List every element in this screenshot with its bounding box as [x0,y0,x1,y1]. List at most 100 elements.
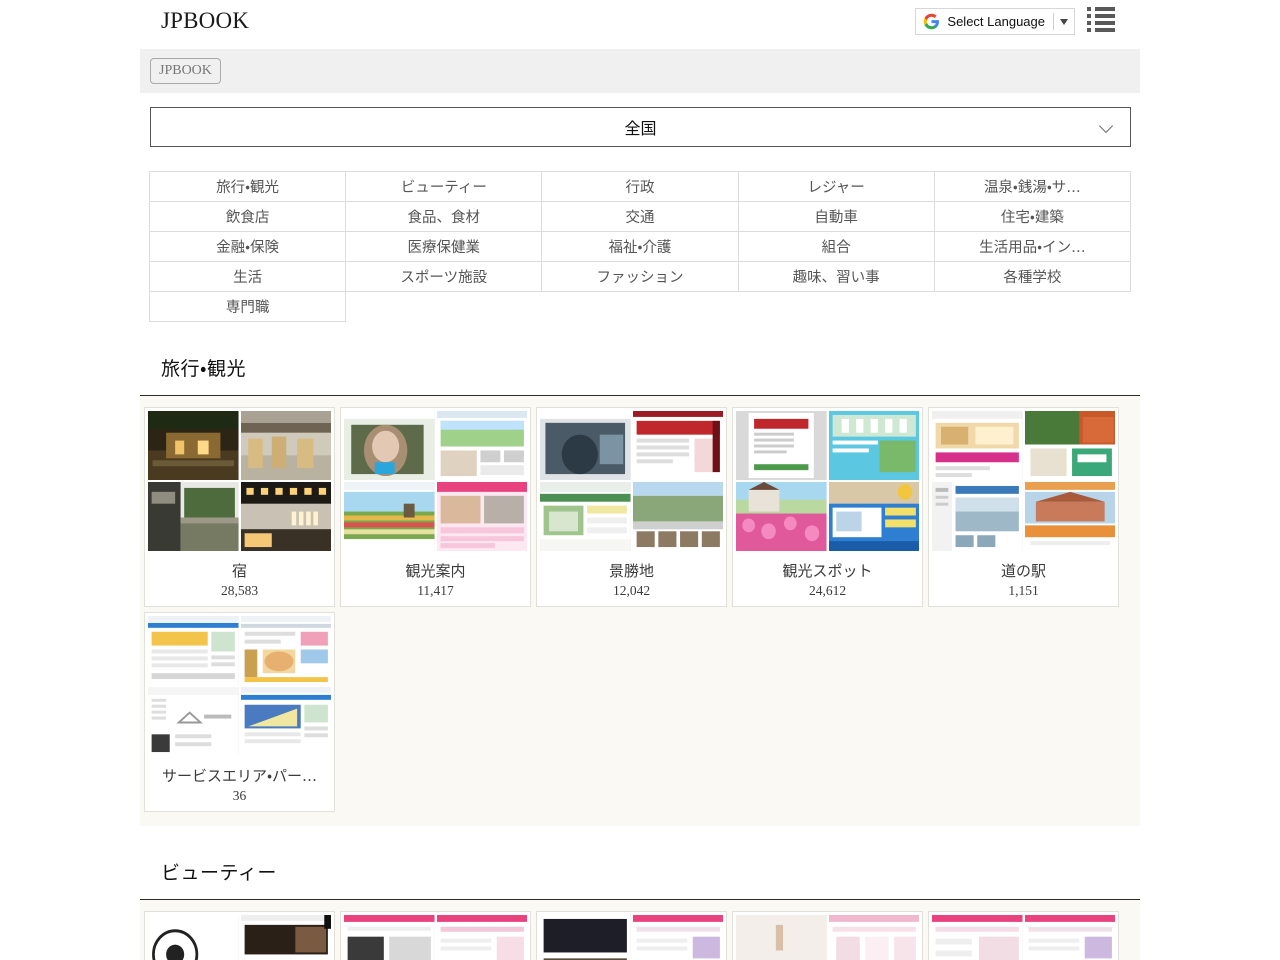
category-cell[interactable]: 交通 [542,202,738,232]
thumbnail-image [540,482,631,551]
card-label: サービスエリア・パー… [145,759,334,786]
category-cell[interactable]: スポーツ施設 [346,262,542,292]
category-table: 旅行・観光 ビューティー 行政 レジャー 温泉・銭湯・サ… 飲食店 食品、食材 … [149,171,1131,322]
card-label: 観光案内 [341,554,530,581]
category-card[interactable]: 観光スポット 24,612 [732,407,923,607]
category-cell-empty [738,292,934,322]
card-label: 道の駅 [929,554,1118,581]
breadcrumb: JPBOOK [140,49,1140,93]
category-cell[interactable]: 自動車 [738,202,934,232]
card-thumbnails [145,613,334,759]
category-cell[interactable]: 医療保健業 [346,232,542,262]
category-card[interactable] [340,911,531,960]
category-card[interactable]: サービスエリア・パー… 36 [144,612,335,812]
thumbnail-image [241,482,332,551]
menu-bullet [1087,28,1091,32]
thumbnail-image [344,482,435,551]
thumbnail-image [241,915,332,960]
thumbnail-image [344,411,435,480]
card-thumbnails [733,912,922,960]
table-row: 金融・保険 医療保健業 福祉・介護 組合 生活用品・イン… [150,232,1131,262]
menu-bullet [1087,7,1091,11]
menu-bullet [1087,14,1091,18]
caret-down-icon[interactable] [1060,19,1068,25]
category-cell-empty [542,292,738,322]
card-count: 1,151 [929,581,1118,606]
card-count: 36 [145,786,334,811]
region-select-value: 全国 [624,115,656,139]
thumbnail-image [241,411,332,480]
card-thumbnails [733,408,922,554]
thumbnail-image [829,482,920,551]
category-card[interactable] [536,911,727,960]
category-cell[interactable]: 行政 [542,172,738,202]
thumbnail-image [932,915,1023,960]
category-card[interactable]: 道の駅 1,151 [928,407,1119,607]
category-cell[interactable]: 趣味、習い事 [738,262,934,292]
card-count: 12,042 [537,581,726,606]
thumbnail-image [932,482,1023,551]
thumbnail-image [148,411,239,480]
thumbnail-image [829,411,920,480]
section-body [140,900,1140,960]
card-thumbnails [929,912,1118,960]
google-translate-widget[interactable]: Select Language [915,8,1075,35]
site-header: JPBOOK Select Language [0,0,1280,44]
card-label: 観光スポット [733,554,922,581]
thumbnail-image [633,482,724,551]
region-select[interactable]: 全国 [150,107,1131,147]
thumbnail-image [736,411,827,480]
thumbnail-image [736,482,827,551]
thumbnail-image [437,482,528,551]
table-row: 旅行・観光 ビューティー 行政 レジャー 温泉・銭湯・サ… [150,172,1131,202]
category-cell[interactable]: 生活 [150,262,346,292]
menu-bar [1095,21,1115,25]
section-title: ビューティー [161,858,277,885]
category-cell[interactable]: 金融・保険 [150,232,346,262]
translate-label: Select Language [947,14,1045,29]
card-count: 28,583 [145,581,334,606]
breadcrumb-item-jpbook[interactable]: JPBOOK [150,58,221,84]
category-card[interactable]: 景勝地 12,042 [536,407,727,607]
category-cell[interactable]: 住宅・建築 [934,202,1130,232]
category-cell[interactable]: 福祉・介護 [542,232,738,262]
google-g-icon [923,13,940,30]
list-menu-icon[interactable] [1087,7,1115,33]
thumbnail-image [437,411,528,480]
section-travel: 旅行・観光 宿 28,583 [140,340,1140,826]
category-cell[interactable]: 各種学校 [934,262,1130,292]
category-cell[interactable]: 飲食店 [150,202,346,232]
category-cell[interactable]: ファッション [542,262,738,292]
table-row: 専門職 [150,292,1131,322]
category-cell[interactable]: ビューティー [346,172,542,202]
site-title: JPBOOK [161,8,249,34]
category-card[interactable]: 観光案内 11,417 [340,407,531,607]
card-thumbnails [537,408,726,554]
category-card[interactable] [144,911,335,960]
thumbnail-image [148,687,239,756]
card-thumbnails [537,912,726,960]
section-header: ビューティー [140,844,1140,899]
chevron-down-icon [1100,120,1114,134]
category-card[interactable]: 宿 28,583 [144,407,335,607]
translate-divider [1053,13,1054,30]
card-label: 景勝地 [537,554,726,581]
menu-bar [1095,7,1115,11]
card-thumbnails [341,912,530,960]
category-cell[interactable]: 専門職 [150,292,346,322]
category-cell[interactable]: 生活用品・イン… [934,232,1130,262]
card-count: 24,612 [733,581,922,606]
category-cell[interactable]: 旅行・観光 [150,172,346,202]
category-cell[interactable]: レジャー [738,172,934,202]
category-cell[interactable]: 食品、食材 [346,202,542,232]
category-card[interactable] [928,911,1119,960]
thumbnail-image [633,411,724,480]
thumbnail-image [241,616,332,685]
card-thumbnails [929,408,1118,554]
category-cell[interactable]: 温泉・銭湯・サ… [934,172,1130,202]
category-cell[interactable]: 組合 [738,232,934,262]
menu-row [1087,7,1115,11]
thumbnail-image [148,915,239,960]
card-row [140,911,1140,960]
category-card[interactable] [732,911,923,960]
